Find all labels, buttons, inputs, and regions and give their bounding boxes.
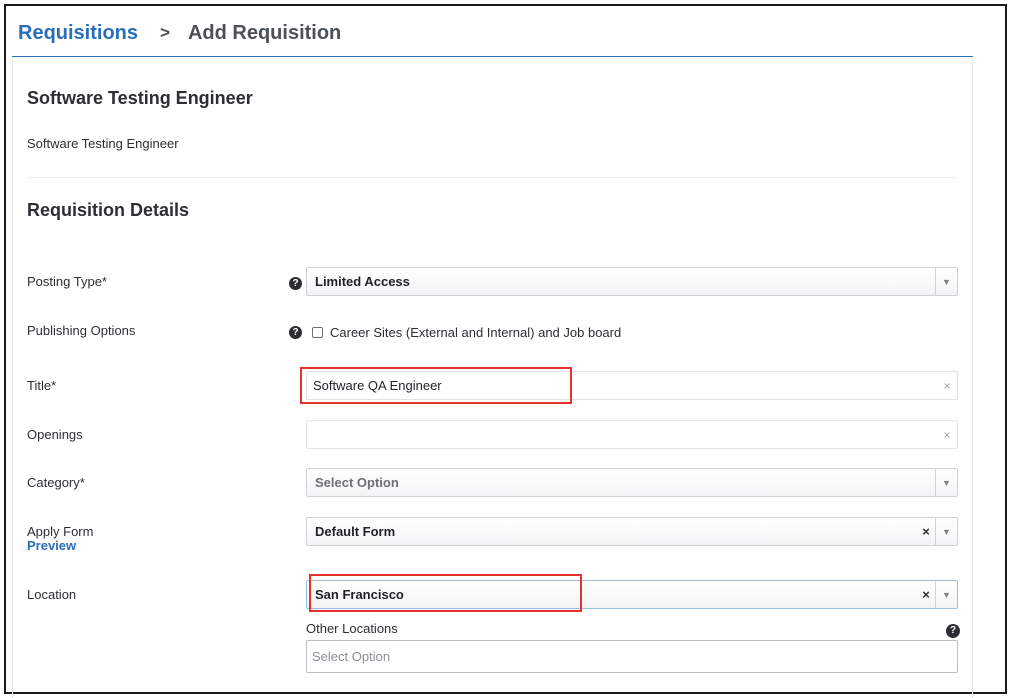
category-select[interactable]: Select Option ▼ <box>306 468 958 497</box>
chevron-down-icon[interactable]: ▼ <box>935 581 957 608</box>
apply-form-value: Default Form <box>315 524 396 539</box>
posting-type-label: Posting Type* <box>27 274 107 289</box>
clear-icon[interactable]: × <box>917 524 935 539</box>
breadcrumb-separator: > <box>160 23 170 42</box>
job-heading: Software Testing Engineer <box>27 88 253 108</box>
chevron-down-icon[interactable]: ▼ <box>935 518 957 545</box>
other-locations-placeholder: Select Option <box>312 649 391 664</box>
apply-form-label: Apply Form <box>27 524 94 539</box>
posting-type-value: Limited Access <box>315 274 410 289</box>
title-input-value: Software QA Engineer <box>313 378 442 393</box>
clear-icon[interactable]: × <box>937 428 957 442</box>
category-label: Category* <box>27 475 85 490</box>
publishing-options-label: Publishing Options <box>27 323 136 338</box>
clear-icon[interactable]: × <box>917 587 935 602</box>
header-divider <box>12 56 973 57</box>
chevron-down-icon[interactable]: ▼ <box>935 268 957 295</box>
other-locations-multiselect[interactable]: Select Option <box>306 640 958 673</box>
breadcrumb-current: Add Requisition <box>187 21 342 44</box>
job-subtitle: Software Testing Engineer <box>27 136 179 151</box>
section-divider <box>27 177 958 178</box>
openings-input[interactable]: × <box>306 420 958 449</box>
location-select[interactable]: San Francisco × ▼ <box>306 580 958 609</box>
category-placeholder: Select Option <box>315 475 399 490</box>
career-sites-checkbox-label[interactable]: Career Sites (External and Internal) and… <box>330 325 621 340</box>
career-sites-checkbox[interactable] <box>312 327 323 338</box>
title-label: Title* <box>27 378 57 393</box>
posting-type-select[interactable]: Limited Access ▼ <box>306 267 958 296</box>
location-value: San Francisco <box>315 587 404 602</box>
chevron-down-icon[interactable]: ▼ <box>935 469 957 496</box>
clear-icon[interactable]: × <box>937 379 957 393</box>
other-locations-label: Other Locations <box>306 621 398 636</box>
other-locations-help-icon[interactable]: ? <box>946 624 960 638</box>
posting-type-help-icon[interactable]: ? <box>289 277 302 290</box>
apply-form-select[interactable]: Default Form × ▼ <box>306 517 958 546</box>
publishing-options-help-icon[interactable]: ? <box>289 326 302 339</box>
breadcrumb-requisitions-link[interactable]: Requisitions <box>18 22 138 45</box>
preview-link[interactable]: Preview <box>27 538 76 553</box>
openings-label: Openings <box>27 427 83 442</box>
title-input[interactable]: Software QA Engineer × <box>306 371 958 400</box>
location-label: Location <box>27 587 77 602</box>
section-heading: Requisition Details <box>27 200 190 220</box>
breadcrumb: Requisitions > Add Requisition <box>18 18 341 48</box>
